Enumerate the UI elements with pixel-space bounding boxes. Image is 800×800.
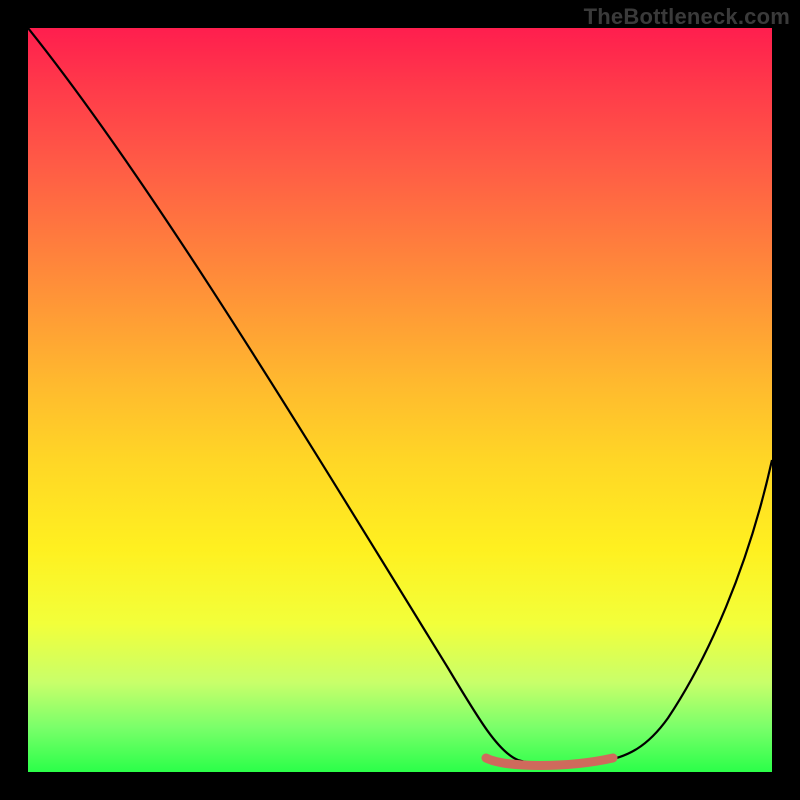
plot-area (28, 28, 772, 772)
bottleneck-curve (28, 28, 772, 765)
curve-layer (28, 28, 772, 772)
optimal-range-marker (486, 758, 613, 766)
chart-frame: TheBottleneck.com (0, 0, 800, 800)
watermark-text: TheBottleneck.com (584, 4, 790, 30)
